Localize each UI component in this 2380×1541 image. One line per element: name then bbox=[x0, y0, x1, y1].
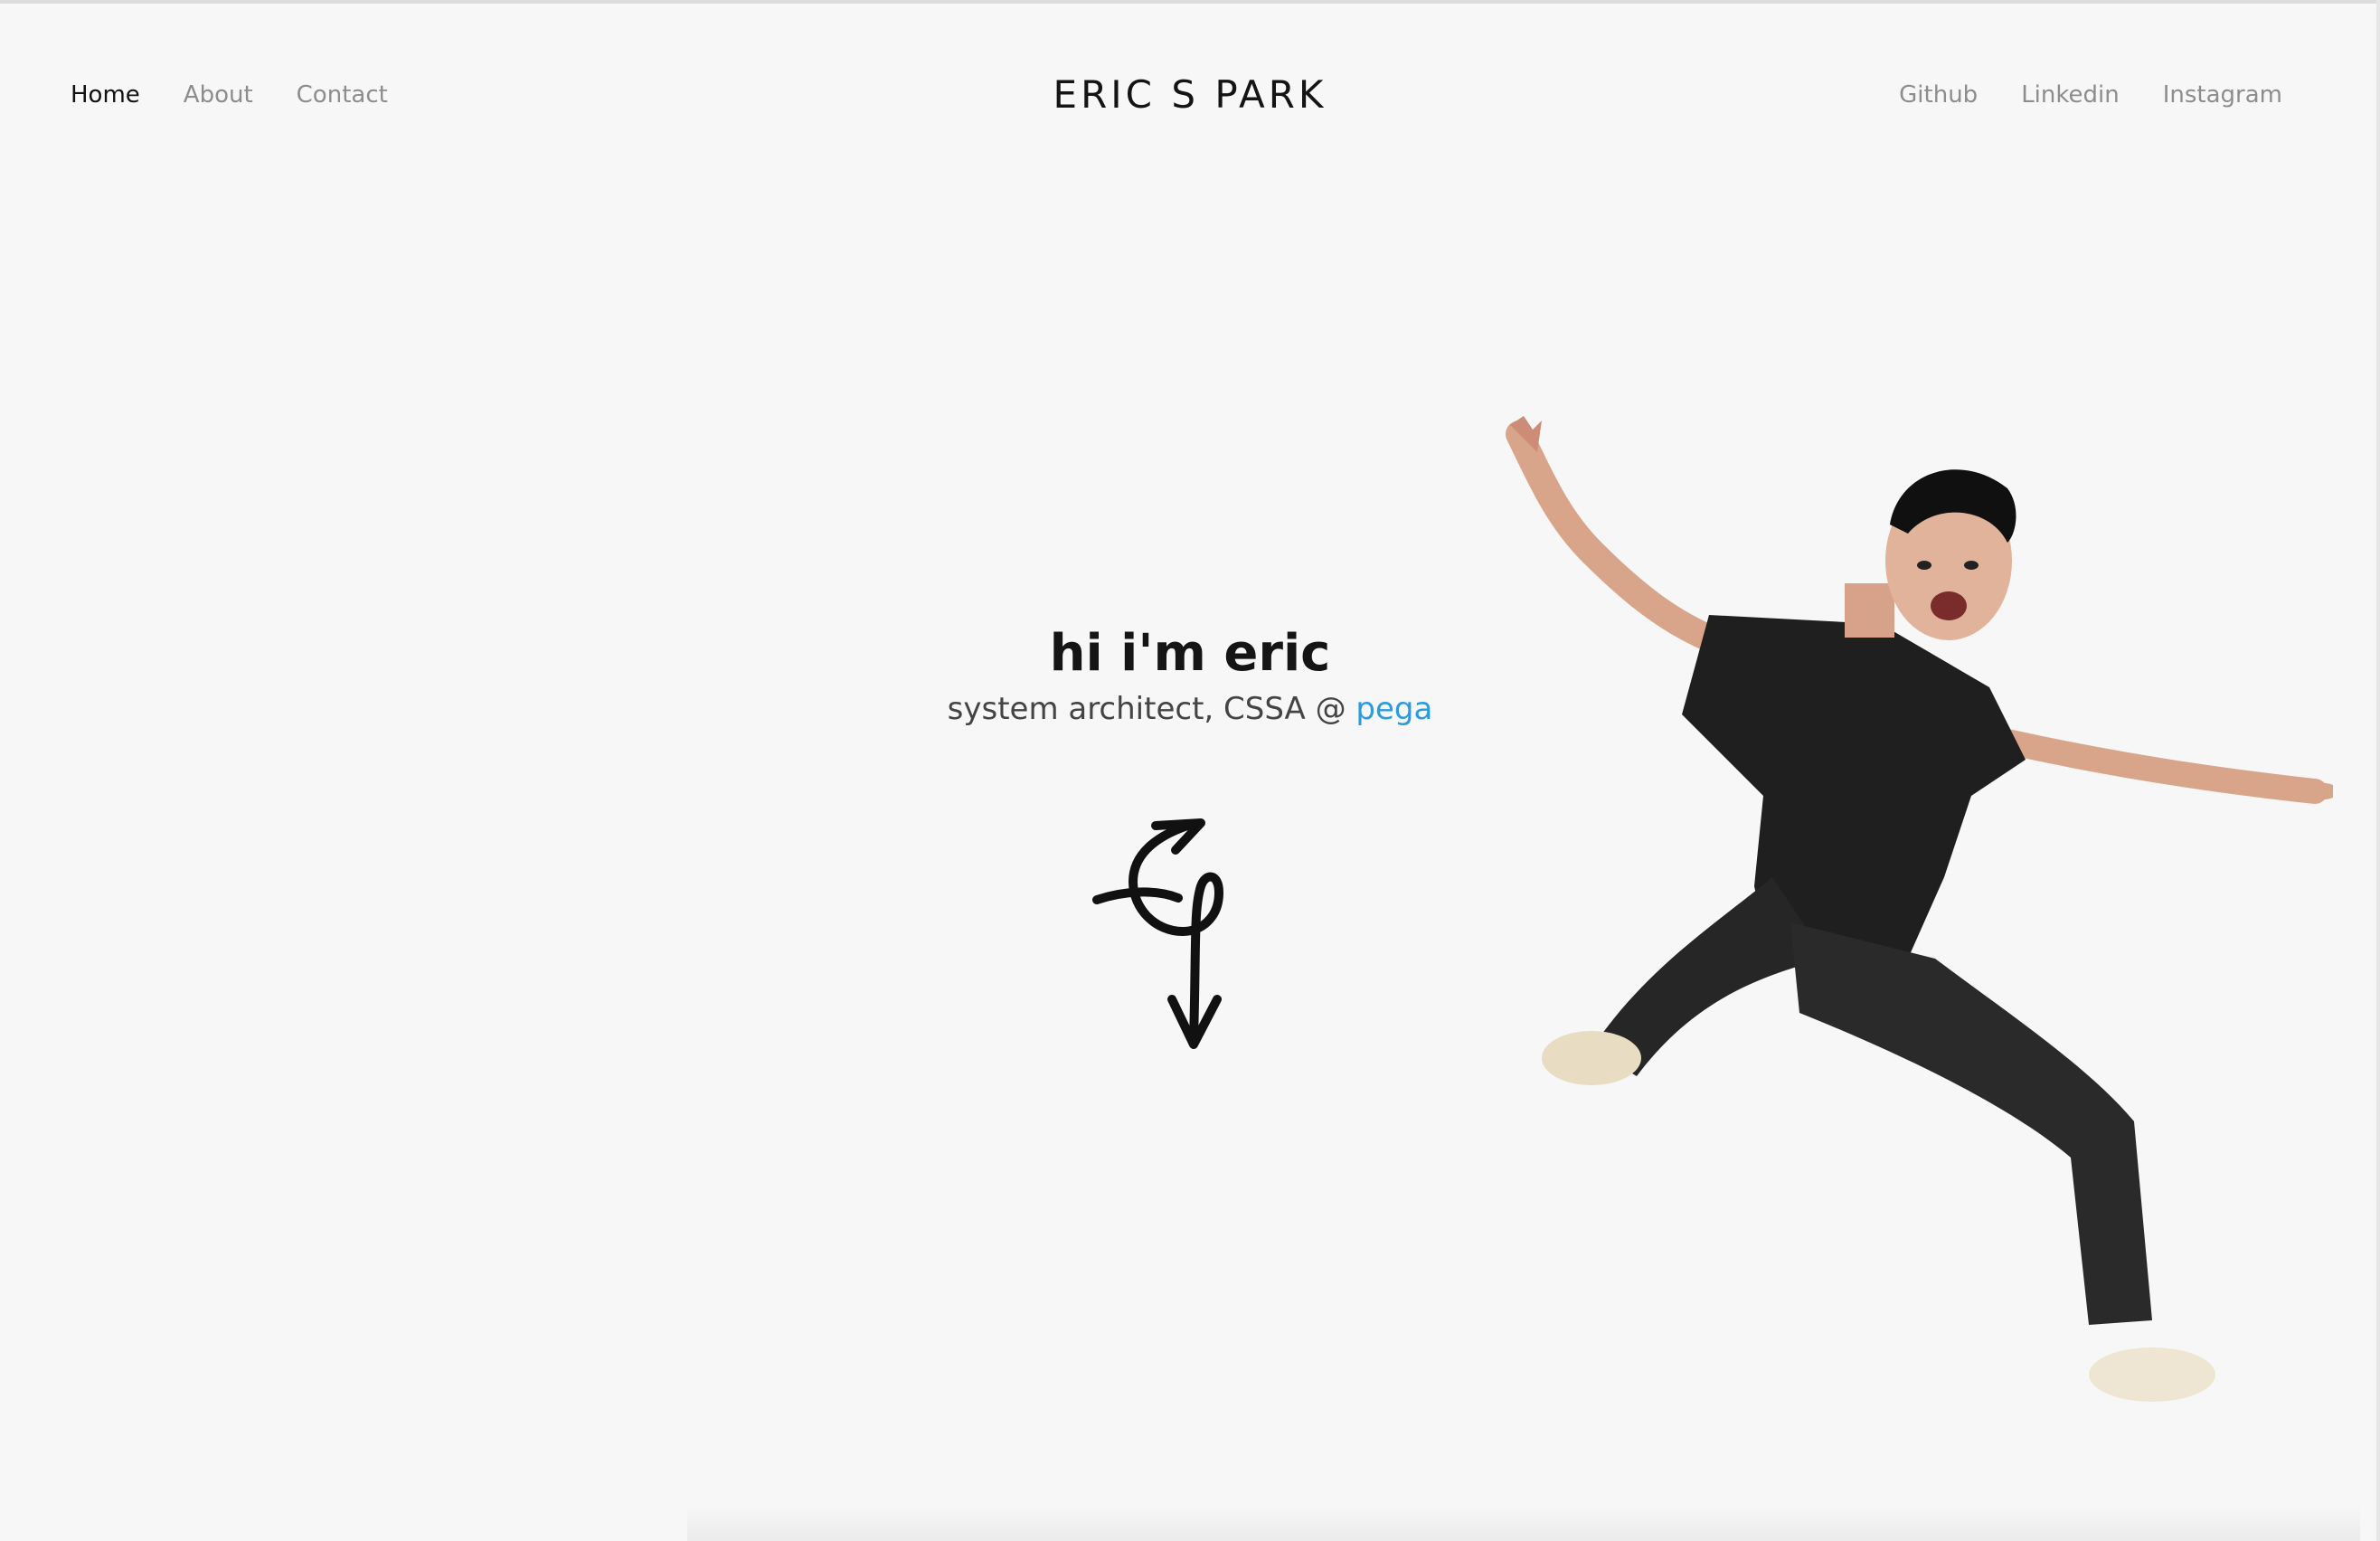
pega-link[interactable]: pega bbox=[1355, 691, 1432, 727]
hero-subtitle-text: system architect, CSSA @ bbox=[947, 691, 1356, 727]
linkedin-link[interactable]: Linkedin bbox=[2021, 81, 2120, 109]
jumping-person-photo bbox=[1506, 416, 2333, 1402]
top-border bbox=[0, 0, 2380, 4]
bottom-shadow bbox=[687, 1505, 2360, 1541]
es-monogram-arrow-down-icon[interactable] bbox=[1092, 818, 1246, 1054]
scrollbar-edge bbox=[2376, 0, 2380, 1541]
github-link[interactable]: Github bbox=[1899, 81, 1978, 109]
instagram-link[interactable]: Instagram bbox=[2163, 81, 2282, 109]
social-nav: Github Linkedin Instagram bbox=[1899, 81, 2282, 109]
